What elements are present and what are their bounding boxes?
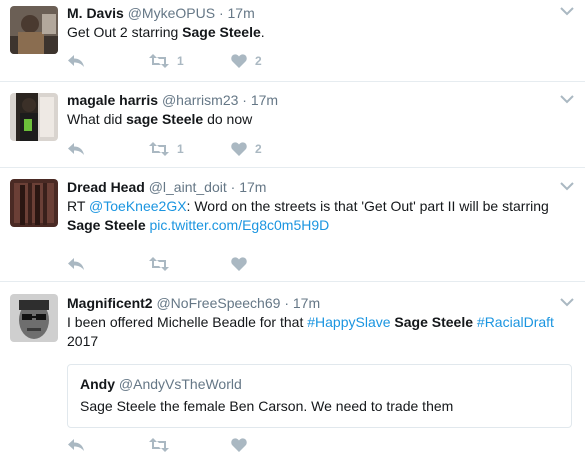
reply-icon bbox=[68, 143, 84, 155]
tweet[interactable]: M. Davis @MykeOPUS · 17m Get Out 2 starr… bbox=[0, 0, 585, 82]
retweet-button[interactable]: 1 bbox=[149, 51, 184, 71]
reply-button[interactable] bbox=[67, 139, 85, 159]
tweet-header: M. Davis @MykeOPUS · 17m bbox=[67, 4, 255, 22]
quoted-author-name: Andy bbox=[80, 376, 115, 392]
like-button[interactable] bbox=[231, 254, 247, 274]
retweet-count: 1 bbox=[177, 54, 184, 68]
reply-button[interactable] bbox=[67, 254, 85, 274]
chevron-down-icon[interactable] bbox=[560, 297, 574, 307]
text-segment: 2017 bbox=[67, 333, 99, 349]
avatar-image bbox=[10, 6, 58, 54]
highlighted-term: Sage Steele bbox=[182, 24, 261, 40]
timestamp[interactable]: 17m bbox=[228, 5, 255, 21]
tweet[interactable]: magale harris @harrism23 · 17m What did … bbox=[0, 82, 585, 168]
tweet-text: What did sage Steele do now bbox=[67, 110, 567, 129]
mention-link[interactable]: @ToeKnee2GX bbox=[89, 198, 187, 214]
highlighted-term: Sage Steele bbox=[394, 314, 474, 330]
author-name[interactable]: Magnificent2 bbox=[67, 295, 153, 311]
heart-icon bbox=[231, 438, 247, 452]
author-handle[interactable]: @l_aint_doit bbox=[149, 179, 227, 195]
separator: · bbox=[218, 5, 224, 21]
author-name[interactable]: Dread Head bbox=[67, 179, 145, 195]
text-segment: What did bbox=[67, 111, 127, 127]
tweet-actions bbox=[67, 254, 307, 274]
tweet[interactable]: Dread Head @l_aint_doit · 17m RT @ToeKne… bbox=[0, 168, 585, 282]
text-segment: I been offered Michelle Beadle for that bbox=[67, 314, 308, 330]
text-segment: do now bbox=[203, 111, 253, 127]
retweet-icon bbox=[149, 257, 169, 271]
author-name[interactable]: magale harris bbox=[67, 92, 158, 108]
heart-icon bbox=[231, 54, 247, 68]
separator: · bbox=[284, 295, 289, 311]
retweet-button[interactable] bbox=[149, 435, 169, 455]
avatar-image bbox=[10, 294, 58, 342]
chevron-down-icon[interactable] bbox=[560, 94, 574, 104]
timestamp[interactable]: 17m bbox=[251, 92, 278, 108]
tweet-text: I been offered Michelle Beadle for that … bbox=[67, 313, 565, 351]
highlighted-term: sage Steele bbox=[126, 111, 204, 127]
like-button[interactable]: 2 bbox=[231, 139, 262, 159]
heart-icon bbox=[231, 257, 247, 271]
retweet-count: 1 bbox=[177, 142, 184, 156]
tweet-feed: M. Davis @MykeOPUS · 17m Get Out 2 starr… bbox=[0, 0, 585, 464]
heart-icon bbox=[231, 142, 247, 156]
tweet-text: RT @ToeKnee2GX: Word on the streets is t… bbox=[67, 197, 565, 235]
separator: · bbox=[230, 179, 236, 195]
tweet-header: magale harris @harrism23 · 17m bbox=[67, 91, 278, 109]
avatar[interactable] bbox=[10, 93, 58, 141]
tweet-header: Magnificent2 @NoFreeSpeech69 · 17m bbox=[67, 294, 320, 312]
hashtag-link[interactable]: #HappySlave bbox=[307, 314, 390, 330]
tweet-actions: 1 2 bbox=[67, 139, 307, 159]
reply-icon bbox=[68, 439, 84, 451]
retweet-button[interactable]: 1 bbox=[149, 139, 184, 159]
highlighted-term: Sage Steele bbox=[67, 217, 146, 233]
chevron-down-icon[interactable] bbox=[560, 181, 574, 191]
author-name[interactable]: M. Davis bbox=[67, 5, 124, 21]
reply-button[interactable] bbox=[67, 435, 85, 455]
avatar[interactable] bbox=[10, 6, 58, 54]
like-count: 2 bbox=[255, 142, 262, 156]
author-handle[interactable]: @harrism23 bbox=[162, 92, 238, 108]
quoted-tweet-header: Andy @AndyVsTheWorld bbox=[80, 376, 242, 392]
like-button[interactable]: 2 bbox=[231, 51, 262, 71]
separator: · bbox=[242, 92, 247, 108]
reply-button[interactable] bbox=[67, 51, 85, 71]
tweet-actions: 1 2 bbox=[67, 51, 307, 71]
quoted-tweet-text: Sage Steele the female Ben Carson. We ne… bbox=[80, 398, 454, 414]
retweet-icon bbox=[149, 142, 169, 156]
author-handle[interactable]: @NoFreeSpeech69 bbox=[156, 295, 280, 311]
pic-link[interactable]: pic.twitter.com/Eg8c0m5H9D bbox=[150, 217, 330, 233]
retweet-button[interactable] bbox=[149, 254, 169, 274]
text-segment: RT bbox=[67, 198, 90, 214]
quoted-author-handle: @AndyVsTheWorld bbox=[118, 376, 242, 392]
timestamp[interactable]: 17m bbox=[239, 179, 266, 195]
reply-icon bbox=[68, 258, 84, 270]
chevron-down-icon[interactable] bbox=[560, 6, 574, 16]
avatar[interactable] bbox=[10, 179, 58, 227]
reply-icon bbox=[68, 55, 84, 67]
retweet-icon bbox=[149, 438, 169, 452]
quoted-tweet[interactable]: Andy @AndyVsTheWorld Sage Steele the fem… bbox=[67, 364, 572, 428]
tweet-header: Dread Head @l_aint_doit · 17m bbox=[67, 178, 266, 196]
avatar[interactable] bbox=[10, 294, 58, 342]
retweet-icon bbox=[149, 54, 169, 68]
author-handle[interactable]: @MykeOPUS bbox=[128, 5, 215, 21]
tweet-text: Get Out 2 starring Sage Steele. bbox=[67, 23, 567, 42]
text-segment: . bbox=[260, 24, 265, 40]
tweet[interactable]: Magnificent2 @NoFreeSpeech69 · 17m I bee… bbox=[0, 282, 585, 464]
avatar-image bbox=[10, 179, 58, 227]
hashtag-link[interactable]: #RacialDraft bbox=[477, 314, 554, 330]
like-count: 2 bbox=[255, 54, 262, 68]
timestamp[interactable]: 17m bbox=[293, 295, 320, 311]
avatar-image bbox=[10, 93, 58, 141]
tweet-actions bbox=[67, 435, 307, 455]
like-button[interactable] bbox=[231, 435, 247, 455]
text-segment: Get Out 2 starring bbox=[67, 24, 183, 40]
text-segment: : Word on the streets is that 'Get Out' … bbox=[186, 198, 549, 214]
